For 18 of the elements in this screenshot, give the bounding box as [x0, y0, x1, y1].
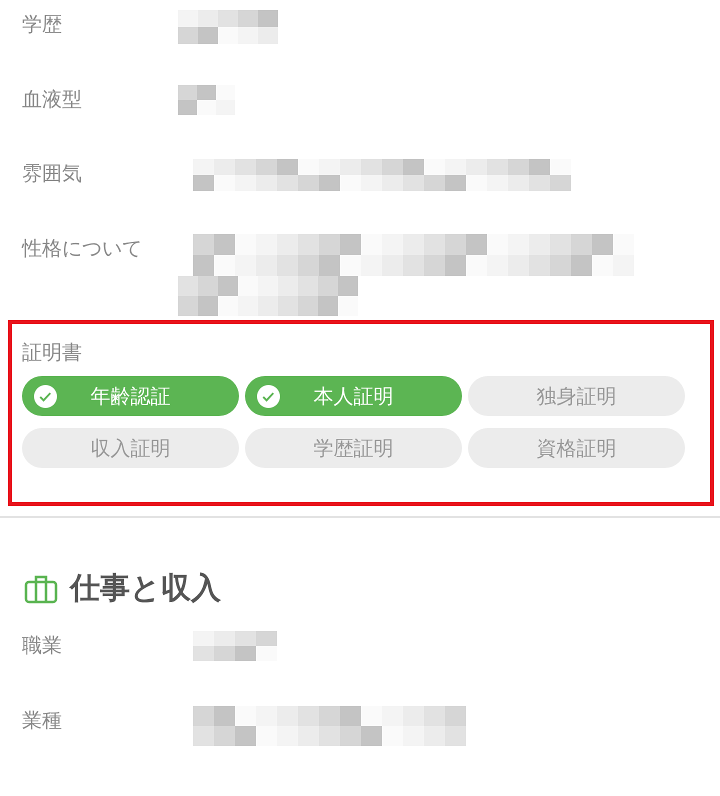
field-label: 業種 — [22, 707, 63, 734]
pixelated-value — [178, 85, 235, 115]
certificate-badge: 資格証明 — [468, 428, 685, 468]
field-label: 雰囲気 — [22, 160, 83, 187]
certificate-badge: 年齢認証 — [22, 376, 239, 416]
certificate-badge: 独身証明 — [468, 376, 685, 416]
certificate-badge: 収入証明 — [22, 428, 239, 468]
certificate-badge: 学歴証明 — [245, 428, 462, 468]
section-label: 証明書 — [22, 339, 83, 366]
check-icon — [257, 385, 280, 408]
check-icon — [34, 385, 57, 408]
field-label: 性格について — [22, 235, 143, 262]
section-heading: 仕事と収入 — [70, 570, 221, 608]
certificate-badge: 本人証明 — [245, 376, 462, 416]
field-label: 学歴 — [22, 11, 63, 38]
field-label: 血液型 — [22, 86, 83, 113]
field-label: 職業 — [22, 632, 63, 659]
briefcase-icon — [24, 574, 58, 604]
